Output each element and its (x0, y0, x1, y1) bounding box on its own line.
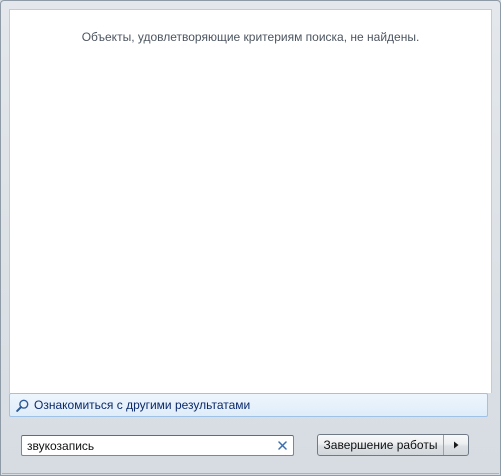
search-results-panel: Объекты, удовлетворяющие критериям поиск… (9, 9, 492, 393)
start-menu-window: Объекты, удовлетворяющие критериям поиск… (0, 0, 501, 476)
shutdown-button[interactable]: Завершение работы (318, 435, 444, 455)
triangle-right-icon (454, 441, 459, 449)
close-icon (277, 441, 287, 450)
no-results-message: Объекты, удовлетворяющие критериям поиск… (81, 30, 420, 44)
shutdown-options-button[interactable] (444, 435, 468, 455)
start-search-box[interactable] (21, 435, 294, 456)
clear-search-button[interactable] (273, 437, 291, 455)
magnifier-icon (16, 399, 29, 412)
shutdown-button-group: Завершение работы (317, 434, 469, 456)
search-input[interactable] (22, 436, 273, 455)
see-more-results-label: Ознакомиться с другими результатами (34, 398, 251, 412)
see-more-results-link[interactable]: Ознакомиться с другими результатами (9, 393, 488, 417)
bottom-divider (2, 473, 499, 474)
